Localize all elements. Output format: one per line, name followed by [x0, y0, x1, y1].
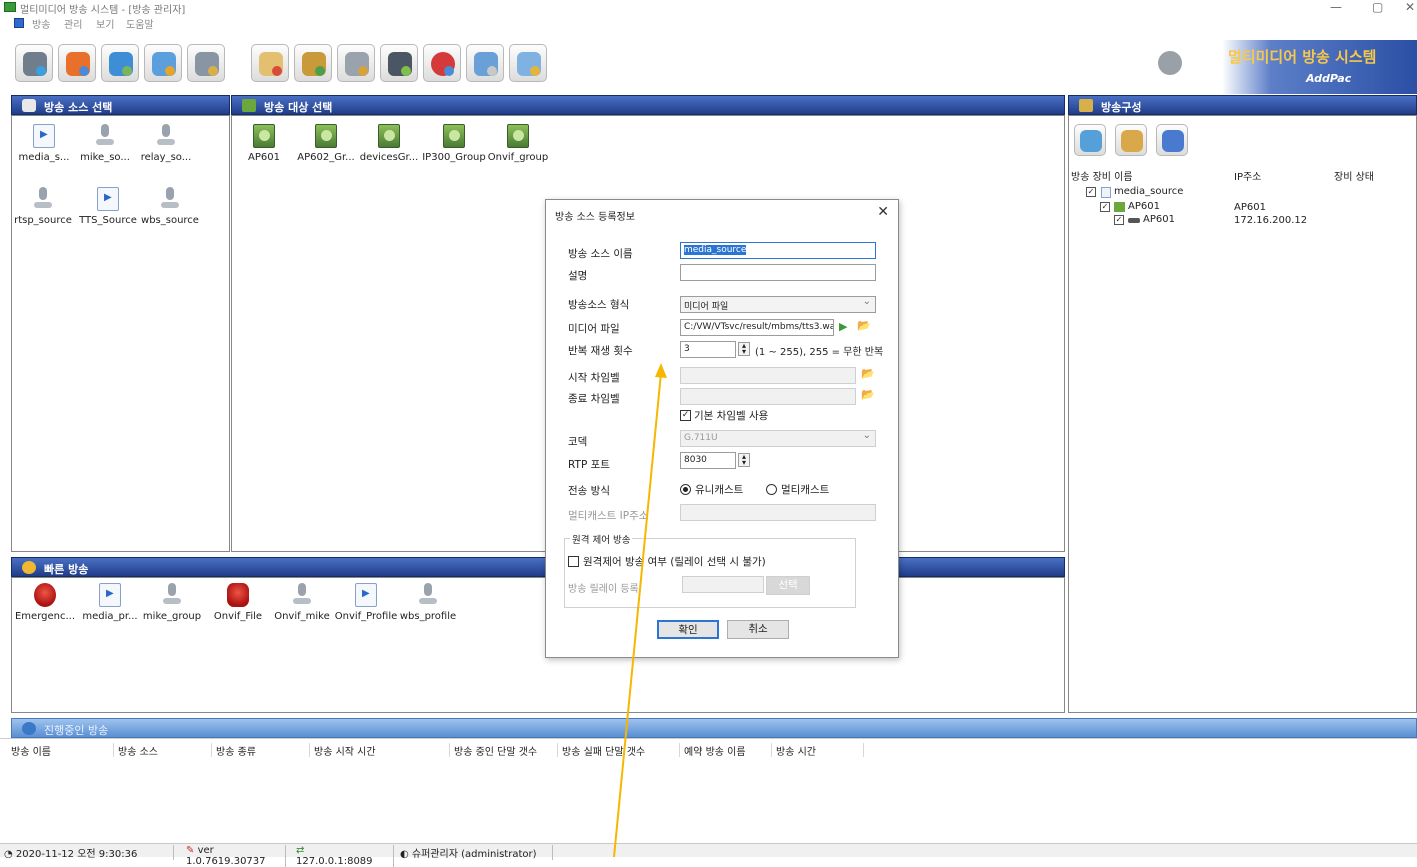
arrow-head — [655, 363, 667, 378]
annotation-arrow — [613, 363, 667, 857]
arrow-line — [613, 372, 662, 857]
